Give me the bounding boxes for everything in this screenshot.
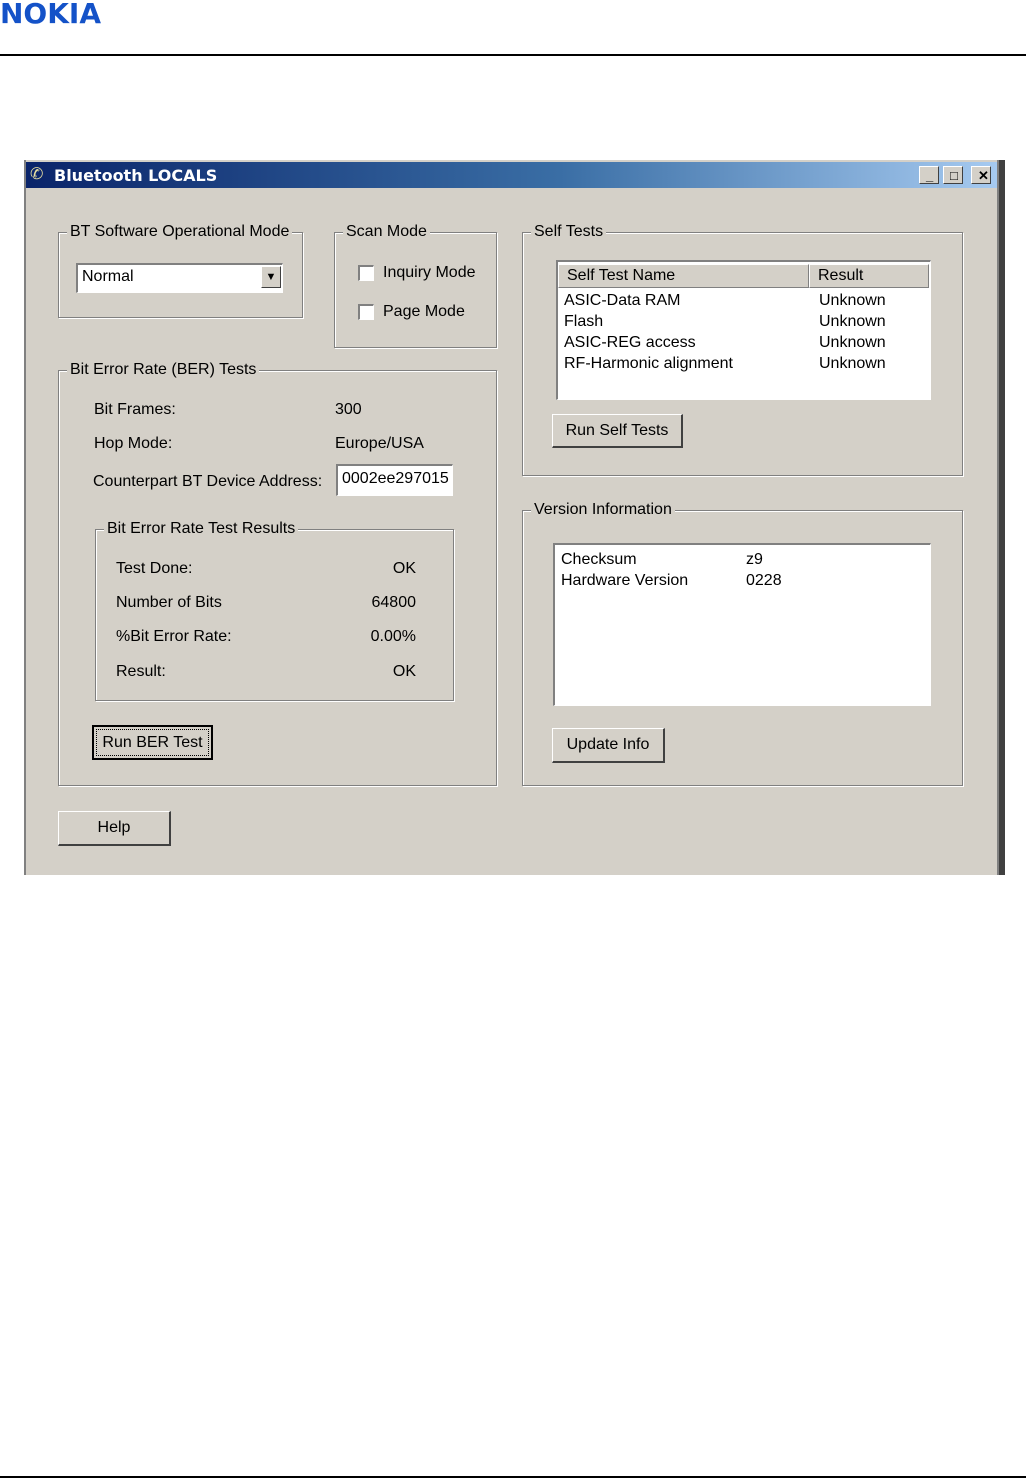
run-self-tests-button[interactable]: Run Self Tests [552, 414, 683, 448]
ber-results-legend: Bit Error Rate Test Results [104, 519, 299, 539]
ber-legend: Bit Error Rate (BER) Tests [67, 360, 260, 380]
window-title: Bluetooth LOCALS [54, 166, 218, 185]
app-window: ✆ Bluetooth LOCALS _ □ ✕ BT Software Ope… [24, 160, 1005, 875]
scan-mode-group: Scan Mode Inquiry Mode Page Mode [334, 222, 497, 348]
num-bits-label: Number of Bits [116, 594, 222, 611]
footer-rule [0, 1476, 1026, 1478]
error-rate-value: 0.00% [370, 628, 416, 645]
list-item[interactable]: ASIC-REG access Unknown [558, 332, 930, 353]
self-tests-group: Self Tests Self Test Name Result ASIC-Da… [522, 222, 963, 476]
header-rule [0, 54, 1026, 56]
version-info-legend: Version Information [531, 500, 675, 520]
minimize-button[interactable]: _ [919, 166, 939, 184]
self-tests-list[interactable]: Self Test Name Result ASIC-Data RAM Unkn… [556, 260, 931, 400]
column-header-name[interactable]: Self Test Name [558, 264, 809, 288]
version-info-list[interactable]: Checksum z9 Hardware Version 0228 [553, 543, 931, 706]
inquiry-mode-checkbox[interactable] [358, 265, 374, 281]
op-mode-selected: Normal [82, 268, 134, 285]
nokia-logo: NOKIA [0, 0, 102, 30]
inquiry-mode-label[interactable]: Inquiry Mode [383, 263, 476, 283]
list-item: Hardware Version 0228 [561, 572, 782, 589]
result-value: OK [392, 663, 416, 680]
op-mode-select[interactable]: Normal ▼ [76, 263, 283, 293]
version-info-group: Version Information Checksum z9 Hardware… [522, 500, 963, 786]
update-info-button[interactable]: Update Info [552, 728, 665, 763]
ber-results-group: Bit Error Rate Test Results Test Done: O… [95, 519, 454, 701]
test-done-value: OK [392, 560, 416, 577]
run-ber-test-button[interactable]: Run BER Test [92, 725, 213, 760]
bit-frames-label: Bit Frames: [94, 401, 176, 418]
help-button[interactable]: Help [58, 811, 171, 846]
ber-group: Bit Error Rate (BER) Tests Bit Frames: 3… [58, 360, 497, 786]
page-mode-label[interactable]: Page Mode [383, 302, 465, 322]
list-item[interactable]: ASIC-Data RAM Unknown [558, 290, 930, 311]
page-mode-checkbox[interactable] [358, 304, 374, 320]
app-icon: ✆ [30, 166, 44, 183]
address-field[interactable]: 0002ee297015 [336, 464, 453, 496]
list-item: Checksum z9 [561, 551, 763, 568]
op-mode-group: BT Software Operational Mode Normal ▼ [58, 222, 303, 318]
hop-mode-value: Europe/USA [335, 435, 424, 452]
address-label: Counterpart BT Device Address: [93, 473, 323, 490]
scan-mode-legend: Scan Mode [343, 222, 430, 242]
op-mode-legend: BT Software Operational Mode [67, 222, 293, 242]
chevron-down-icon[interactable]: ▼ [261, 266, 281, 288]
self-tests-legend: Self Tests [531, 222, 607, 242]
title-bar[interactable]: ✆ Bluetooth LOCALS _ □ ✕ [26, 162, 997, 188]
hop-mode-label: Hop Mode: [94, 435, 173, 452]
error-rate-label: %Bit Error Rate: [116, 628, 232, 645]
maximize-button[interactable]: □ [943, 166, 963, 184]
test-done-label: Test Done: [116, 560, 193, 577]
column-header-result[interactable]: Result [809, 264, 929, 288]
list-item[interactable]: Flash Unknown [558, 311, 930, 332]
bit-frames-value: 300 [335, 401, 362, 418]
close-button[interactable]: ✕ [971, 166, 991, 184]
list-item[interactable]: RF-Harmonic alignment Unknown [558, 353, 930, 374]
num-bits-value: 64800 [371, 594, 417, 611]
result-label: Result: [116, 663, 166, 680]
